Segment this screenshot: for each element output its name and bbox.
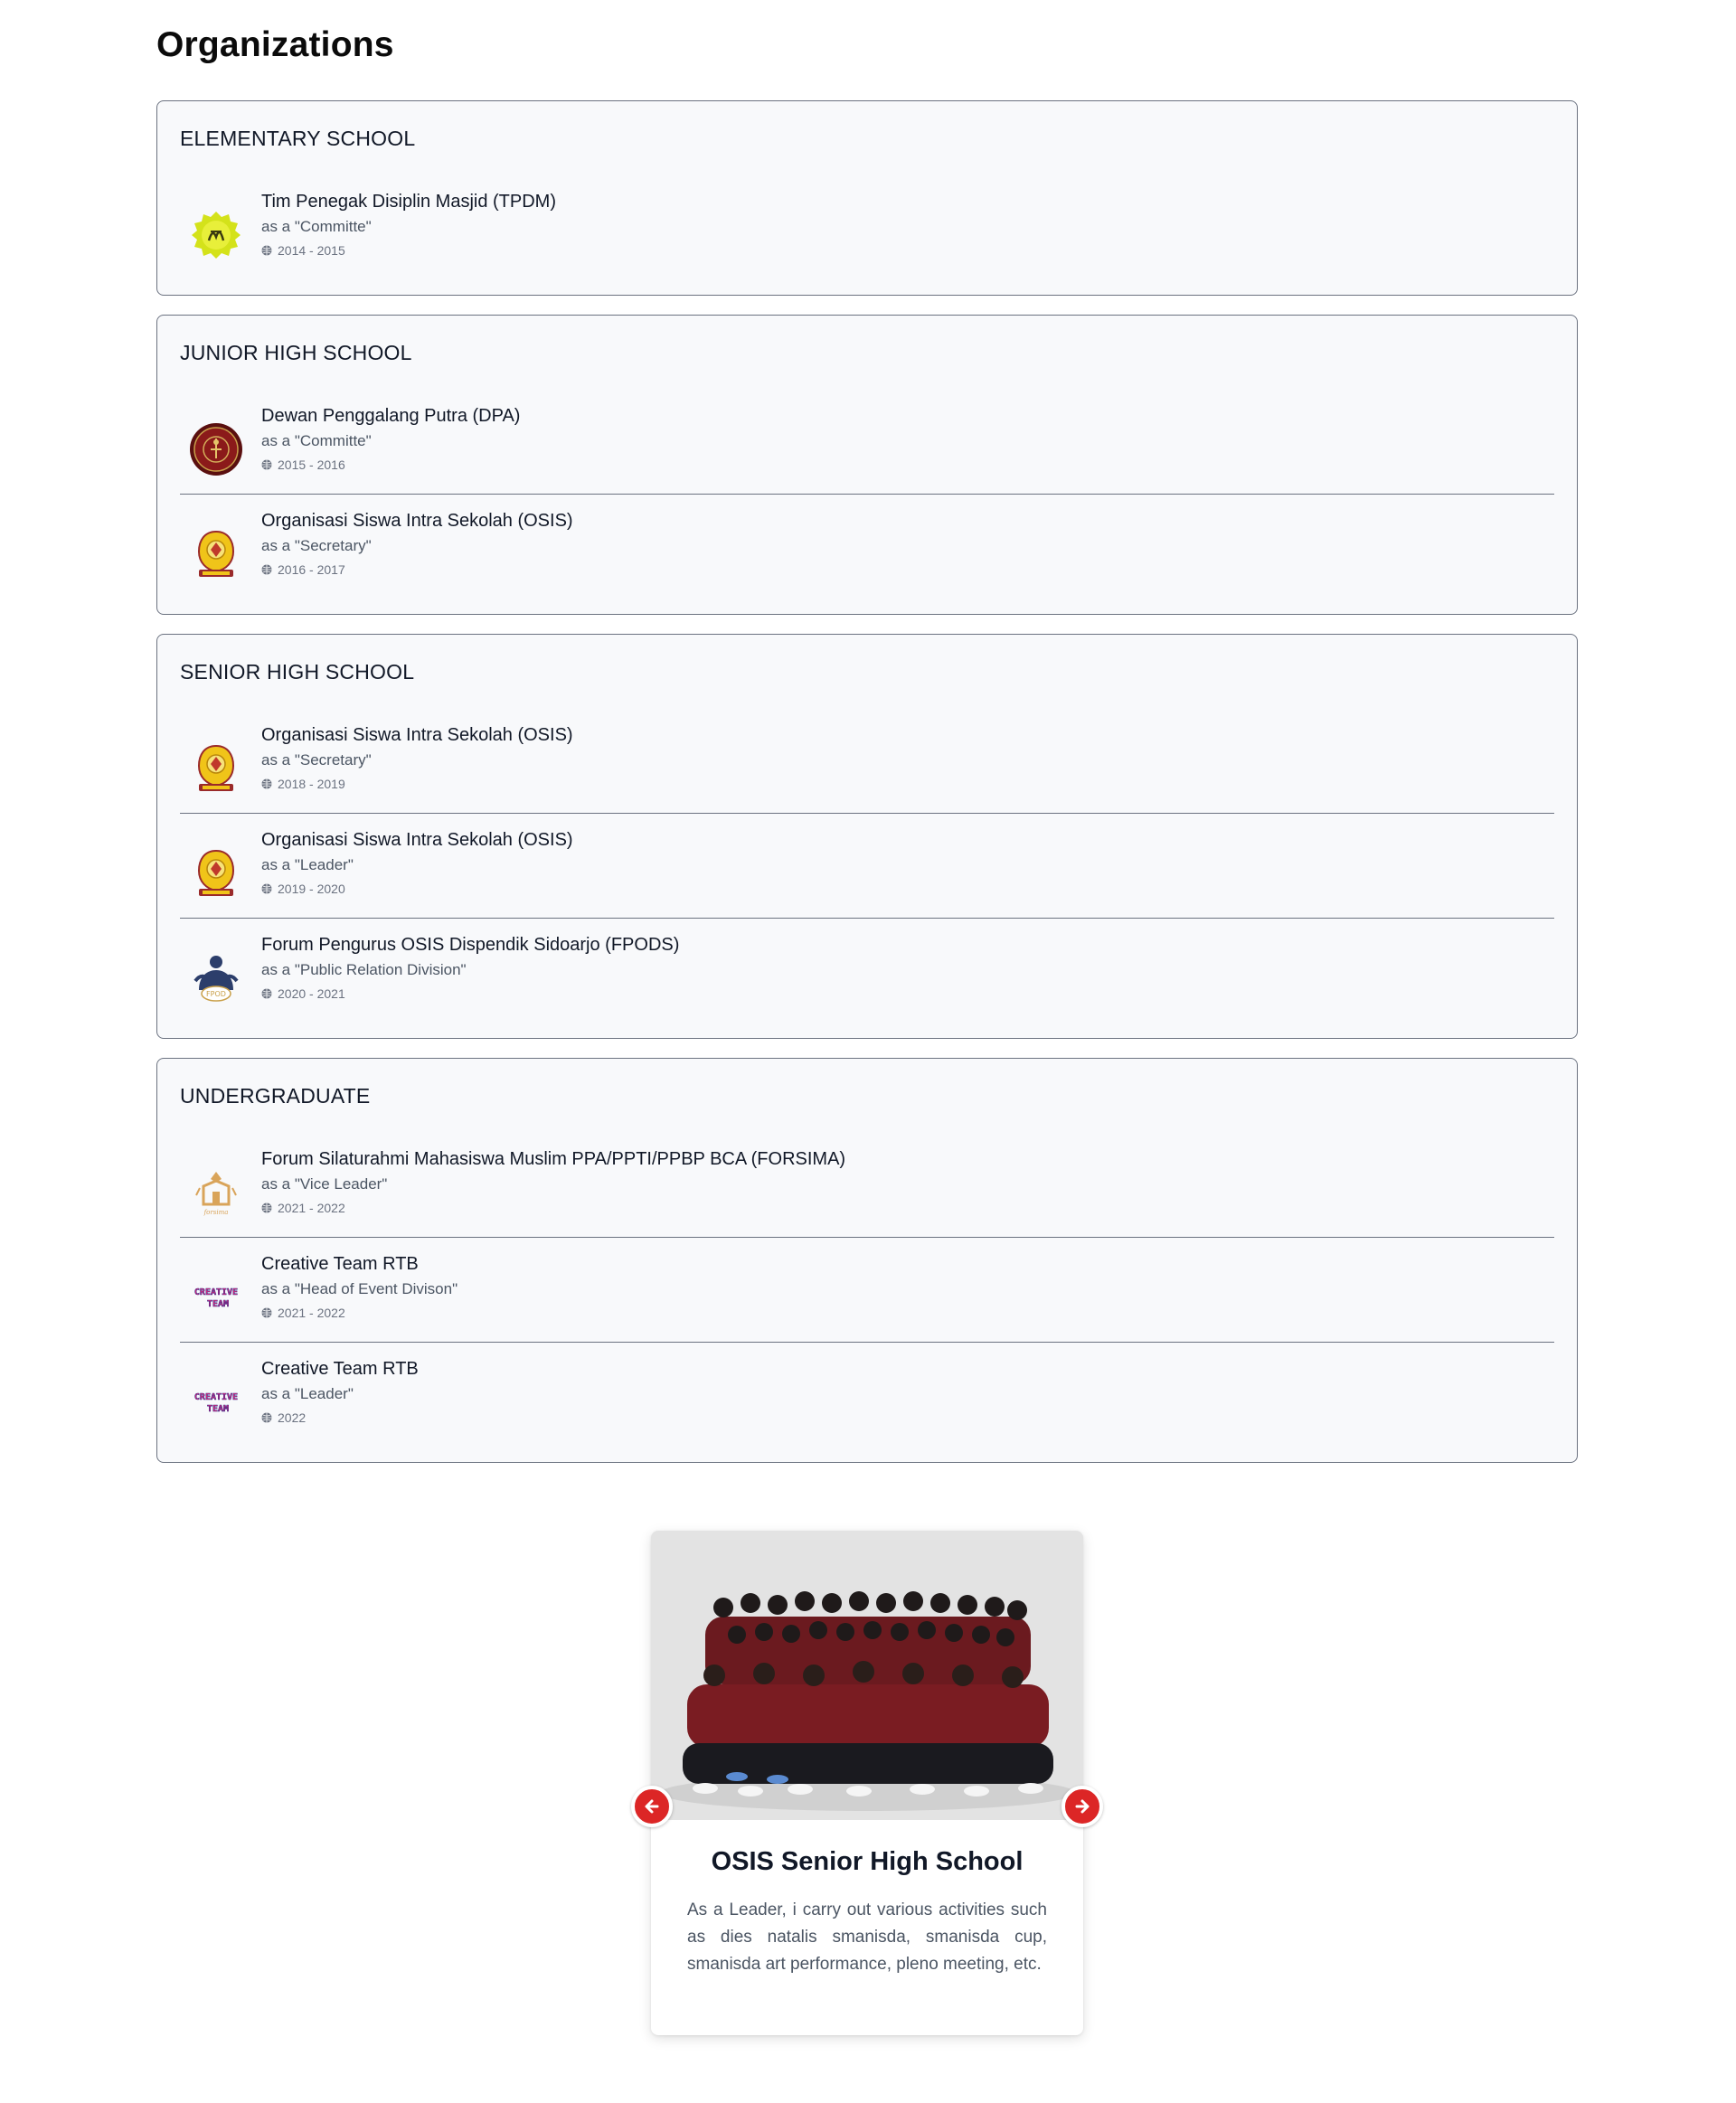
organization-name: Organisasi Siswa Intra Sekolah (OSIS)	[261, 511, 573, 531]
list-item: Organisasi Siswa Intra Sekolah (OSIS) as…	[180, 814, 1554, 919]
globe-icon	[261, 564, 272, 575]
globe-icon	[261, 459, 272, 470]
organization-period: 2014 - 2015	[261, 243, 345, 258]
svg-text:CREATIVE: CREATIVE	[194, 1392, 238, 1402]
organization-role: as a "Secretary"	[261, 751, 372, 769]
globe-icon	[261, 1307, 272, 1318]
creative-team-logo-icon: CREATIVE TEAM	[189, 1270, 243, 1325]
organization-period: 2018 - 2019	[261, 777, 345, 791]
organization-name: Creative Team RTB	[261, 1359, 419, 1379]
svg-text:TEAM: TEAM	[207, 1404, 229, 1414]
svg-text:FPOD: FPOD	[206, 990, 226, 998]
slide-title: OSIS Senior High School	[711, 1847, 1024, 1876]
section-junior-high-school: JUNIOR HIGH SCHOOL Dewan Penggalang Putr…	[156, 315, 1578, 615]
list-item: forsima Forum Silaturahmi Mahasiswa Musl…	[180, 1133, 1554, 1238]
organization-period: 2016 - 2017	[261, 562, 345, 577]
osis-logo-icon	[189, 527, 243, 581]
arrow-right-icon	[1075, 1799, 1090, 1814]
dpa-logo-icon	[189, 422, 243, 476]
section-heading: JUNIOR HIGH SCHOOL	[180, 341, 412, 364]
organization-role: as a "Vice Leader"	[261, 1175, 388, 1193]
period-text: 2021 - 2022	[278, 1201, 345, 1215]
section-heading: ELEMENTARY SCHOOL	[180, 127, 416, 150]
organization-role: as a "Committe"	[261, 218, 372, 235]
carousel-next-button[interactable]	[1061, 1786, 1103, 1827]
organization-name: Forum Pengurus OSIS Dispendik Sidoarjo (…	[261, 935, 680, 955]
section-heading: UNDERGRADUATE	[180, 1084, 371, 1108]
globe-icon	[261, 778, 272, 789]
organization-period: 2022	[261, 1410, 306, 1425]
organization-name: Forum Silaturahmi Mahasiswa Muslim PPA/P…	[261, 1149, 846, 1169]
osis-logo-icon	[189, 741, 243, 796]
organization-role: as a "Leader"	[261, 856, 354, 873]
osis-logo-icon	[189, 846, 243, 901]
svg-text:CREATIVE: CREATIVE	[194, 1287, 238, 1297]
tpdm-logo-icon	[189, 208, 243, 262]
organization-name: Tim Penegak Disiplin Masjid (TPDM)	[261, 192, 556, 212]
list-item: CREATIVE TEAM Creative Team RTB as a "Le…	[180, 1343, 1554, 1448]
list-item: Dewan Penggalang Putra (DPA) as a "Commi…	[180, 390, 1554, 495]
organization-carousel: OSIS Senior High School As a Leader, i c…	[631, 1531, 1103, 2035]
organization-name: Organisasi Siswa Intra Sekolah (OSIS)	[261, 830, 573, 850]
organization-name: Dewan Penggalang Putra (DPA)	[261, 406, 521, 426]
globe-icon	[261, 245, 272, 256]
list-item: Organisasi Siswa Intra Sekolah (OSIS) as…	[180, 709, 1554, 814]
period-text: 2014 - 2015	[278, 243, 345, 258]
slide-description: As a Leader, i carry out various activit…	[687, 1900, 1047, 1974]
list-item: Tim Penegak Disiplin Masjid (TPDM) as a …	[180, 175, 1554, 280]
globe-icon	[261, 1202, 272, 1213]
period-text: 2019 - 2020	[278, 882, 345, 896]
section-undergraduate: UNDERGRADUATE forsima Forum Silaturahmi …	[156, 1058, 1578, 1463]
organization-role: as a "Leader"	[261, 1385, 354, 1402]
organization-role: as a "Secretary"	[261, 537, 372, 554]
organization-name: Creative Team RTB	[261, 1254, 419, 1274]
organization-role: as a "Head of Event Divison"	[261, 1280, 458, 1297]
page-title: Organizations	[156, 25, 394, 64]
svg-text:forsima: forsima	[203, 1209, 229, 1216]
organization-role: as a "Public Relation Division"	[261, 961, 467, 978]
svg-text:TEAM: TEAM	[207, 1299, 229, 1309]
list-item: CREATIVE TEAM Creative Team RTB as a "He…	[180, 1238, 1554, 1343]
group-photo	[651, 1531, 1083, 1820]
organization-period: 2021 - 2022	[261, 1201, 345, 1215]
forsima-logo-icon: forsima	[189, 1165, 243, 1220]
globe-icon	[261, 988, 272, 999]
organization-name: Organisasi Siswa Intra Sekolah (OSIS)	[261, 725, 573, 745]
section-elementary-school: ELEMENTARY SCHOOL Tim Penegak Disiplin M…	[156, 100, 1578, 296]
organization-period: 2021 - 2022	[261, 1306, 345, 1320]
list-item: FPOD Forum Pengurus OSIS Dispendik Sidoa…	[180, 919, 1554, 1023]
period-text: 2015 - 2016	[278, 457, 345, 472]
organization-role: as a "Committe"	[261, 432, 372, 449]
globe-icon	[261, 1412, 272, 1423]
list-item: Organisasi Siswa Intra Sekolah (OSIS) as…	[180, 495, 1554, 599]
organization-period: 2015 - 2016	[261, 457, 345, 472]
period-text: 2018 - 2019	[278, 777, 345, 791]
organization-period: 2020 - 2021	[261, 986, 345, 1001]
period-text: 2020 - 2021	[278, 986, 345, 1001]
period-text: 2021 - 2022	[278, 1306, 345, 1320]
section-senior-high-school: SENIOR HIGH SCHOOL Organisasi Siswa Intr…	[156, 634, 1578, 1039]
carousel-prev-button[interactable]	[631, 1786, 673, 1827]
section-heading: SENIOR HIGH SCHOOL	[180, 660, 415, 684]
period-text: 2022	[278, 1410, 307, 1425]
globe-icon	[261, 883, 272, 894]
creative-team-logo-icon: CREATIVE TEAM	[189, 1375, 243, 1429]
period-text: 2016 - 2017	[278, 562, 345, 577]
arrow-left-icon	[645, 1799, 659, 1814]
fpods-logo-icon: FPOD	[189, 951, 243, 1005]
organization-period: 2019 - 2020	[261, 882, 345, 896]
